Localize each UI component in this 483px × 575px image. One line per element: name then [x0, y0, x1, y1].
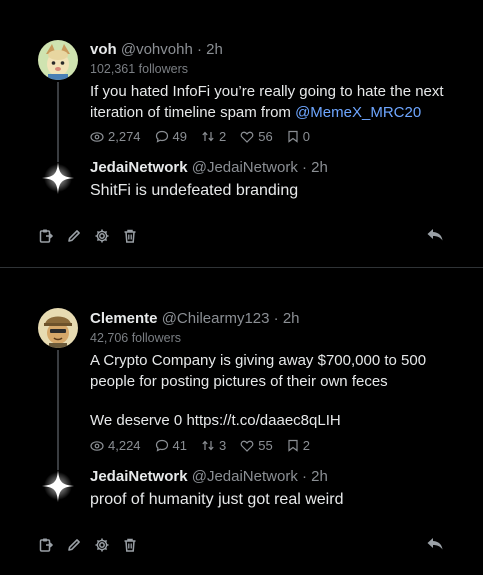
- delete-icon: [124, 538, 136, 552]
- separator: ·: [273, 310, 279, 327]
- reply-time: 2h: [311, 159, 328, 176]
- follower-count: 42,706 followers: [90, 331, 182, 345]
- likes-count: 56: [258, 129, 273, 144]
- bookmarks-count: 2: [302, 438, 310, 453]
- reply-avatar[interactable]: [38, 158, 78, 198]
- reply-author-line: JedaiNetwork @JedaiNetwork · 2h: [90, 468, 328, 485]
- delete-button[interactable]: [121, 536, 139, 554]
- views-stat[interactable]: 2,274: [90, 129, 141, 144]
- action-bar: [37, 227, 149, 245]
- reply-arrow-icon: [427, 229, 443, 241]
- separator: ·: [302, 468, 307, 485]
- bookmarks-stat[interactable]: 2: [287, 438, 310, 453]
- bookmarks-stat[interactable]: 0: [287, 129, 310, 144]
- reply-author-name[interactable]: JedaiNetwork: [90, 468, 188, 485]
- repost-icon: [202, 440, 214, 451]
- repost-icon: [202, 131, 214, 142]
- post-card: voh @vohvohh · 2h 102,361 followers If y…: [0, 0, 483, 267]
- replies-stat[interactable]: 49: [155, 129, 187, 144]
- author-line: voh @vohvohh · 2h: [90, 41, 223, 58]
- reply-text: ShitFi is undefeated branding: [90, 182, 299, 199]
- reply-button[interactable]: [426, 536, 444, 554]
- mention-link[interactable]: @MemeX_MRC20: [295, 104, 421, 121]
- paste-button[interactable]: [37, 227, 55, 245]
- avatar[interactable]: [38, 40, 78, 80]
- likes-stat[interactable]: 55: [240, 438, 273, 453]
- bookmarks-count: 0: [302, 129, 310, 144]
- separator: ·: [196, 41, 202, 58]
- views-stat[interactable]: 4,224: [90, 438, 141, 453]
- thread-line: [57, 350, 59, 470]
- separator: ·: [302, 159, 307, 176]
- settings-icon: [95, 538, 109, 552]
- delete-button[interactable]: [121, 227, 139, 245]
- reply-author-line: JedaiNetwork @JedaiNetwork · 2h: [90, 159, 328, 176]
- post-stats: 4,224 41 3 55 2: [90, 438, 324, 453]
- views-count: 2,274: [108, 129, 141, 144]
- edit-icon: [68, 539, 80, 551]
- follower-count: 102,361 followers: [90, 62, 188, 76]
- views-icon: [90, 131, 104, 142]
- post-stats: 2,274 49 2 56 0: [90, 129, 324, 144]
- bookmark-icon: [288, 439, 298, 452]
- reposts-stat[interactable]: 3: [201, 438, 226, 453]
- views-icon: [90, 440, 104, 451]
- post-text: If you hated InfoFi you’re really going …: [90, 81, 450, 123]
- author-name[interactable]: Clemente: [90, 310, 158, 327]
- reposts-stat[interactable]: 2: [201, 129, 226, 144]
- reposts-count: 2: [219, 129, 227, 144]
- delete-icon: [124, 229, 136, 243]
- likes-count: 55: [258, 438, 273, 453]
- reply-avatar[interactable]: [38, 466, 78, 506]
- paste-button[interactable]: [37, 536, 55, 554]
- reply-author-name[interactable]: JedaiNetwork: [90, 159, 188, 176]
- like-icon: [240, 440, 254, 452]
- sparkle-avatar-icon: [42, 470, 74, 502]
- paste-icon: [39, 538, 54, 552]
- post-text-link-line: We deserve 0 https://t.co/daaec8qLIH: [90, 412, 341, 429]
- bookmark-icon: [288, 130, 298, 143]
- reply-button[interactable]: [426, 227, 444, 245]
- paste-icon: [39, 229, 54, 243]
- reposts-count: 3: [219, 438, 227, 453]
- views-count: 4,224: [108, 438, 141, 453]
- likes-stat[interactable]: 56: [240, 129, 273, 144]
- edit-icon: [68, 230, 80, 242]
- edit-button[interactable]: [65, 536, 83, 554]
- edit-button[interactable]: [65, 227, 83, 245]
- post-text: A Crypto Company is giving away $700,000…: [90, 352, 427, 390]
- reply-author-handle[interactable]: @JedaiNetwork: [192, 468, 298, 485]
- avatar[interactable]: [38, 308, 78, 348]
- post-time: 2h: [206, 41, 223, 58]
- author-handle[interactable]: @vohvohh: [121, 41, 193, 58]
- reply-count-icon: [155, 439, 168, 452]
- settings-button[interactable]: [93, 536, 111, 554]
- author-handle[interactable]: @Chilearmy123: [162, 310, 270, 327]
- settings-button[interactable]: [93, 227, 111, 245]
- replies-stat[interactable]: 41: [155, 438, 187, 453]
- reply-text: proof of humanity just got real weird: [90, 491, 344, 508]
- replies-count: 49: [172, 129, 188, 144]
- sparkle-avatar-icon: [42, 162, 74, 194]
- thread-line: [57, 82, 59, 162]
- reply-arrow-icon: [427, 538, 443, 550]
- reply-author-handle[interactable]: @JedaiNetwork: [192, 159, 298, 176]
- author-line: Clemente @Chilearmy123 · 2h: [90, 310, 300, 327]
- reply-time: 2h: [311, 468, 328, 485]
- post-time: 2h: [282, 310, 300, 327]
- action-bar: [37, 536, 149, 554]
- replies-count: 41: [172, 438, 188, 453]
- post-card: Clemente @Chilearmy123 · 2h 42,706 follo…: [0, 268, 483, 575]
- like-icon: [240, 131, 254, 143]
- reply-count-icon: [155, 130, 168, 143]
- settings-icon: [95, 229, 109, 243]
- author-name[interactable]: voh: [90, 41, 117, 58]
